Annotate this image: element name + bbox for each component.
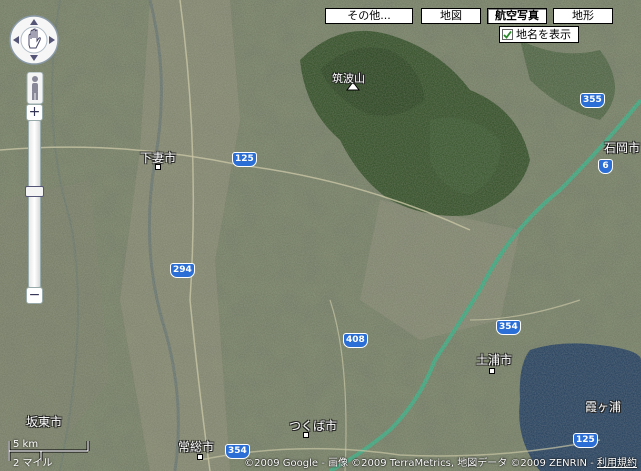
city-marker-tsukuba [303,432,309,438]
street-view-pegman-icon[interactable] [26,72,44,104]
route-shield-354[interactable]: 354 [496,320,521,335]
route-shield-408[interactable]: 408 [343,333,368,348]
map-type-controls: その他... 地図 航空写真 地形 [325,8,613,24]
place-label-ishioka[interactable]: 石岡市 [604,139,640,156]
show-labels-label: 地名を表示 [516,28,571,41]
city-marker-tsuchiura [489,368,495,374]
terms-of-use-link[interactable]: 利用規約 [597,458,637,469]
zoom-in-button[interactable]: + [26,104,43,121]
map-type-terrain-button[interactable]: 地形 [553,8,613,24]
city-marker-joso [197,454,203,460]
place-label-tsukubasan[interactable]: 筑波山 [332,70,365,86]
map-type-map-button[interactable]: 地図 [421,8,481,24]
place-label-kasumigaura[interactable]: 霞ヶ浦 [585,398,621,415]
copyright-notice: ©2009 Google - 画像 ©2009 TerraMetrics, 地図… [244,454,637,469]
city-marker-shimotsuma [155,164,161,170]
satellite-imagery [0,0,641,471]
show-labels-toggle[interactable]: 地名を表示 [499,26,579,43]
show-labels-checkbox[interactable] [502,29,513,40]
satellite-map[interactable]: 下妻市 石岡市 土浦市 坂東市 常総市 つくば市 霞ヶ浦 筑波山 125 355… [0,0,641,471]
place-label-joso[interactable]: 常総市 [178,438,214,455]
zoom-slider-track[interactable] [28,120,41,288]
route-shield-125-east[interactable]: 125 [573,433,598,448]
checkmark-icon [503,30,512,39]
place-label-tsukuba[interactable]: つくば市 [289,417,337,434]
route-shield-125[interactable]: 125 [232,152,257,167]
scale-mi-label: 2 マイル [13,458,53,469]
copyright-text: ©2009 Google - 画像 ©2009 TerraMetrics, 地図… [244,458,597,469]
place-label-tsuchiura[interactable]: 土浦市 [476,351,512,368]
zoom-slider-handle[interactable] [25,186,44,197]
route-shield-355[interactable]: 355 [580,93,605,108]
zoom-out-button[interactable]: − [26,287,43,304]
more-map-types-button[interactable]: その他... [325,8,413,24]
route-shield-294[interactable]: 294 [170,263,195,278]
place-label-bando[interactable]: 坂東市 [26,413,62,430]
scale-km-label: 5 km [13,439,39,450]
map-type-satellite-button[interactable]: 航空写真 [487,8,547,24]
scale-bar: 5 km 2 マイル [8,437,98,469]
pan-control[interactable] [8,14,60,66]
route-shield-6[interactable]: 6 [598,159,613,174]
